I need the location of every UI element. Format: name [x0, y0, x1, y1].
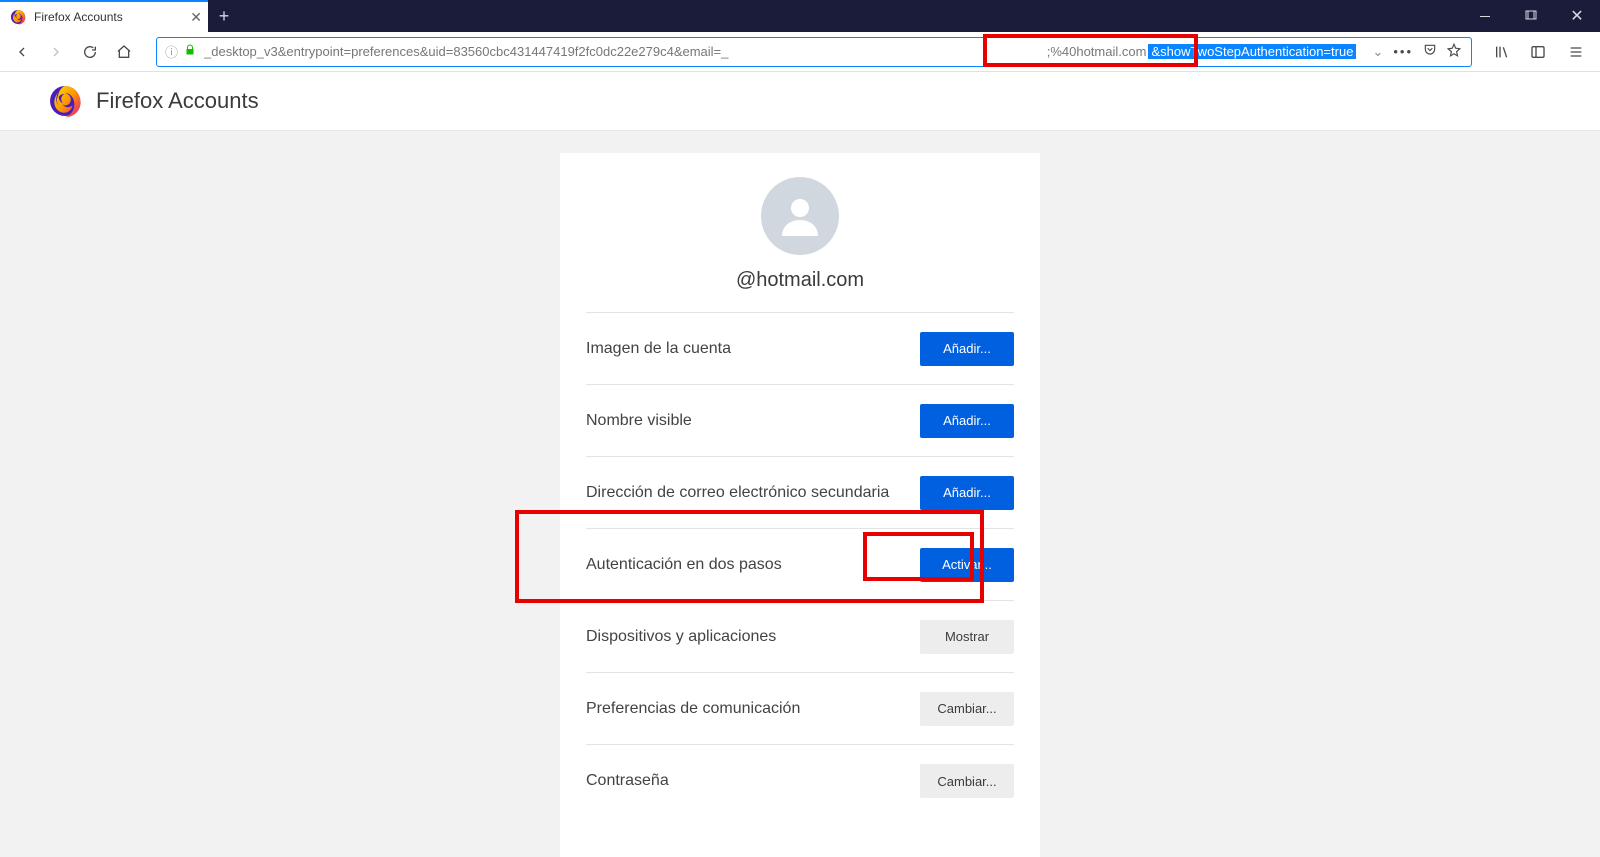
info-icon: ⓘ	[165, 42, 178, 61]
url-text-left: _desktop_v3&entrypoint=preferences&uid=8…	[204, 44, 1047, 59]
minimize-button[interactable]	[1462, 0, 1508, 32]
row-comm-prefs: Preferencias de comunicación Cambiar...	[586, 673, 1014, 745]
nav-toolbar: ⓘ _desktop_v3&entrypoint=preferences&uid…	[0, 32, 1600, 72]
library-button[interactable]	[1484, 36, 1520, 68]
row-display-name: Nombre visible Añadir...	[586, 385, 1014, 457]
titlebar: Firefox Accounts ✕ + ✕	[0, 0, 1600, 32]
avatar-placeholder	[761, 177, 839, 255]
page-actions-icon[interactable]: •••	[1393, 44, 1413, 59]
add-image-button[interactable]: Añadir...	[920, 332, 1014, 366]
account-email: @hotmail.com	[586, 269, 1014, 292]
row-two-step-auth: Autenticación en dos pasos Activar...	[586, 529, 1014, 601]
home-button[interactable]	[108, 36, 140, 68]
row-label: Imagen de la cuenta	[586, 340, 731, 358]
row-label: Nombre visible	[586, 412, 692, 430]
browser-tab[interactable]: Firefox Accounts ✕	[0, 0, 208, 32]
firefox-logo	[48, 84, 82, 118]
page-title: Firefox Accounts	[96, 88, 259, 114]
url-bar[interactable]: ⓘ _desktop_v3&entrypoint=preferences&uid…	[156, 37, 1472, 67]
reload-button[interactable]	[74, 36, 106, 68]
row-label: Autenticación en dos pasos	[586, 556, 782, 574]
settings-card: @hotmail.com Imagen de la cuenta Añadir.…	[560, 153, 1040, 857]
pocket-icon[interactable]	[1423, 43, 1437, 60]
close-tab-icon[interactable]: ✕	[190, 10, 202, 24]
window-controls: ✕	[1462, 0, 1600, 32]
menu-button[interactable]	[1558, 36, 1594, 68]
show-devices-button[interactable]: Mostrar	[920, 620, 1014, 654]
content-area: @hotmail.com Imagen de la cuenta Añadir.…	[0, 131, 1600, 857]
row-label: Contraseña	[586, 772, 669, 790]
url-text-mid: ;%40hotmail.com	[1047, 44, 1149, 59]
url-bar-actions: ⌄ •••	[1362, 43, 1471, 60]
url-identity[interactable]: ⓘ	[157, 42, 204, 61]
new-tab-button[interactable]: +	[208, 0, 240, 32]
change-comm-prefs-button[interactable]: Cambiar...	[920, 692, 1014, 726]
row-secondary-email: Dirección de correo electrónico secundar…	[586, 457, 1014, 529]
lock-icon	[184, 44, 196, 59]
row-account-image: Imagen de la cuenta Añadir...	[586, 313, 1014, 385]
change-password-button[interactable]: Cambiar...	[920, 764, 1014, 798]
sidebar-button[interactable]	[1520, 36, 1556, 68]
maximize-button[interactable]	[1508, 0, 1554, 32]
back-button[interactable]	[6, 36, 38, 68]
row-label: Dirección de correo electrónico secundar…	[586, 484, 889, 502]
row-devices: Dispositivos y aplicaciones Mostrar	[586, 601, 1014, 673]
tab-title: Firefox Accounts	[34, 10, 123, 24]
page-header: Firefox Accounts	[0, 72, 1600, 131]
firefox-favicon	[10, 9, 26, 25]
add-secondary-email-button[interactable]: Añadir...	[920, 476, 1014, 510]
close-window-button[interactable]: ✕	[1554, 0, 1600, 32]
row-label: Dispositivos y aplicaciones	[586, 628, 776, 646]
row-password: Contraseña Cambiar...	[586, 745, 1014, 817]
dropdown-history-icon[interactable]: ⌄	[1372, 44, 1383, 60]
forward-button[interactable]	[40, 36, 72, 68]
row-label: Preferencias de comunicación	[586, 700, 800, 718]
activate-two-step-button[interactable]: Activar...	[920, 548, 1014, 582]
bookmark-star-icon[interactable]	[1447, 43, 1461, 60]
add-display-name-button[interactable]: Añadir...	[920, 404, 1014, 438]
url-text-highlight: &showTwoStepAuthentication=true	[1148, 44, 1356, 59]
